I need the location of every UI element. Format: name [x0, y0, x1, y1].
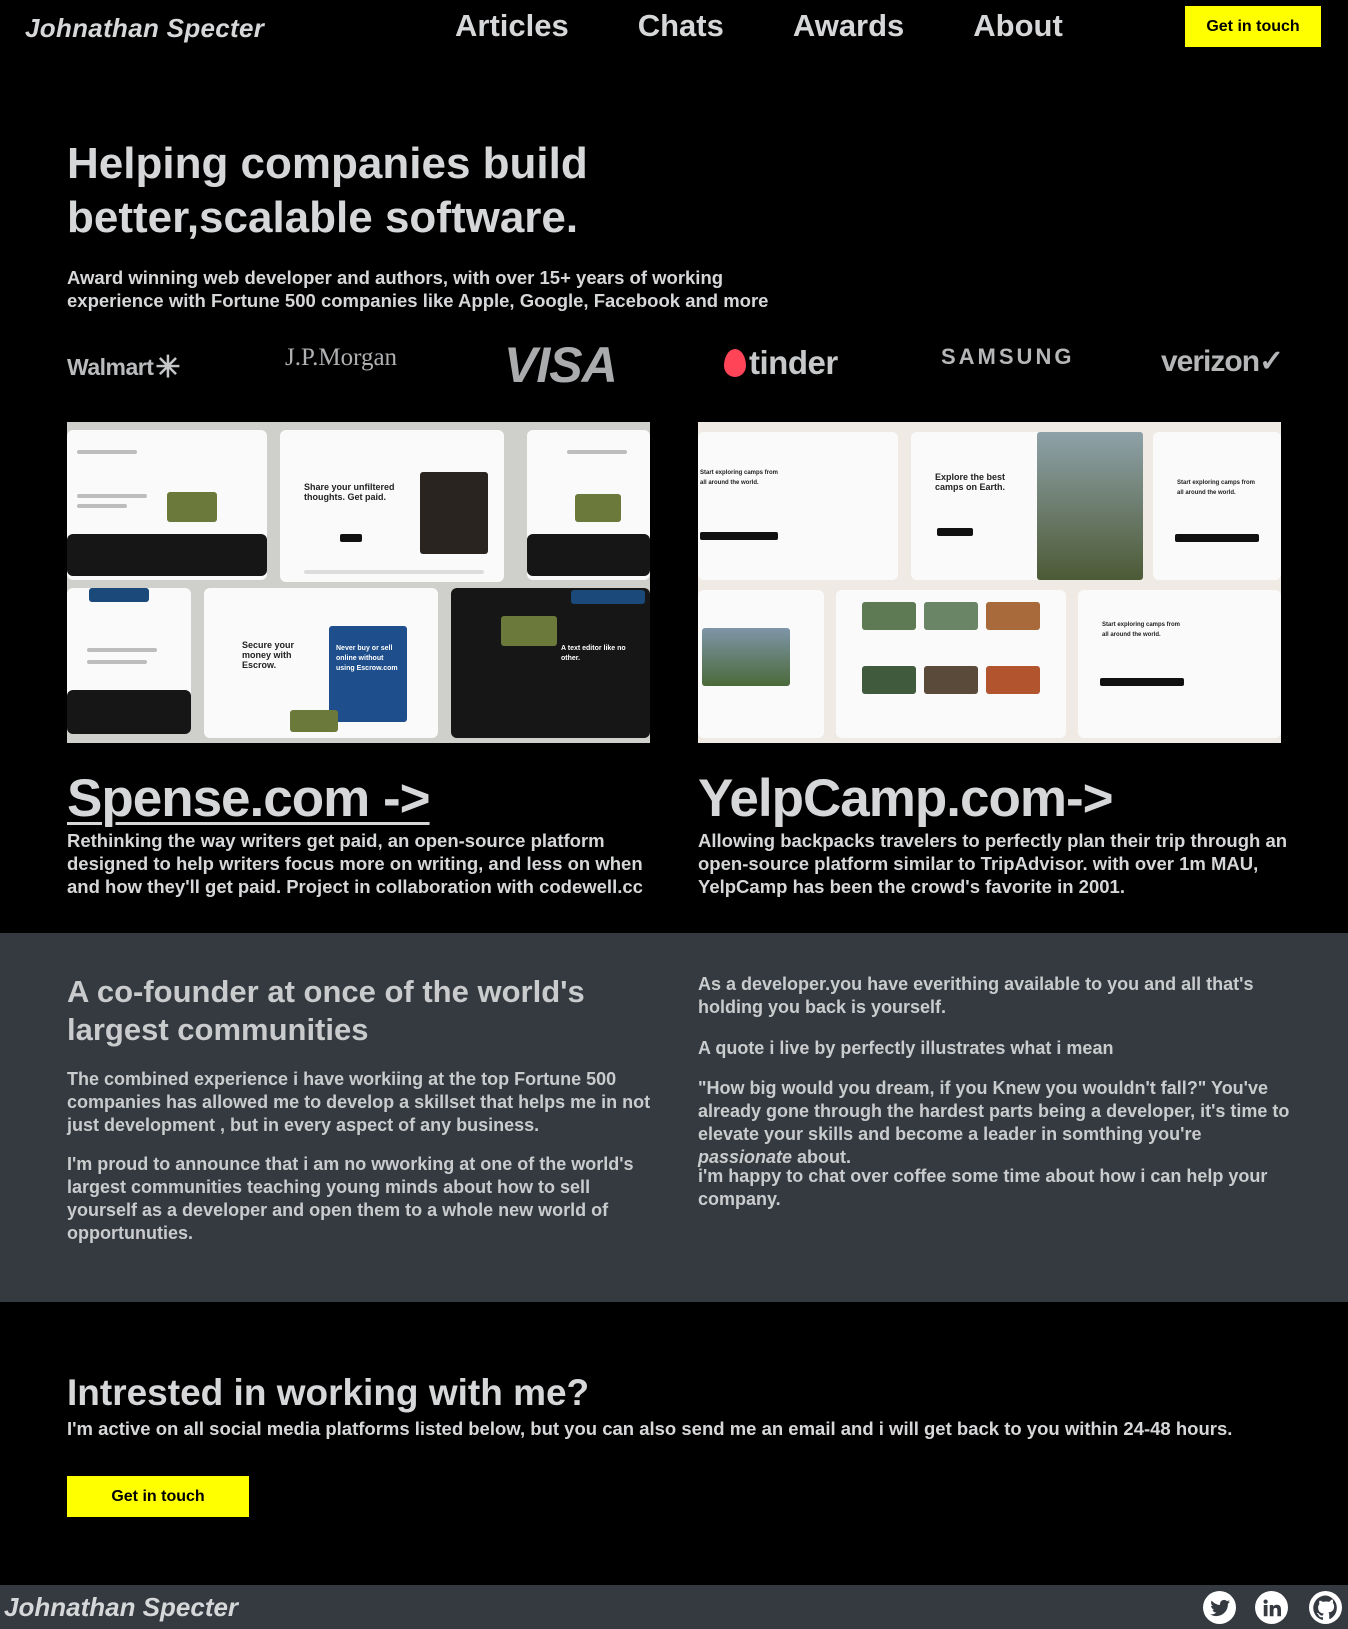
brand-logo[interactable]: Johnathan Specter — [25, 13, 264, 44]
about-title: A co-founder at once of the world's larg… — [67, 974, 585, 1047]
contact-subtitle: I'm active on all social media platforms… — [67, 1418, 1233, 1439]
tinder-logo: tinder — [724, 344, 838, 382]
footer-brand[interactable]: Johnathan Specter — [4, 1592, 238, 1623]
mock-page: Secure your money with Escrow. Never buy… — [204, 588, 438, 738]
hero-title: Helping companies build better,scalable … — [67, 139, 588, 242]
mock-page: Share your unfiltered thoughts. Get paid… — [280, 430, 504, 582]
about-section: A co-founder at once of the world's larg… — [0, 933, 1348, 1302]
mock-footer — [67, 534, 267, 576]
mock-page: Start exploring camps from all around th… — [1078, 590, 1281, 738]
jpmorgan-logo: J.P.Morgan — [285, 344, 398, 371]
spense-project-screenshot[interactable]: Share your unfiltered thoughts. Get paid… — [67, 422, 650, 743]
yelpcamp-project-screenshot[interactable]: Start exploring camps from all around th… — [698, 422, 1281, 743]
about-paragraph: The combined experience i have workiing … — [67, 1069, 651, 1135]
footer: Johnathan Specter — [0, 1585, 1348, 1629]
get-in-touch-button[interactable]: Get in touch — [1185, 6, 1321, 47]
mock-footer — [527, 534, 650, 576]
mock-page: A text editor like no other. — [451, 588, 650, 738]
walmart-logo: Walmart✳ — [67, 351, 181, 384]
client-logos: Walmart✳ J.P.Morgan VISA tinder SAMSUNG … — [67, 337, 1284, 393]
spark-icon: ✳ — [155, 351, 181, 384]
top-navbar: Johnathan Specter Articles Chats Awards … — [0, 0, 1348, 54]
mock-page — [698, 590, 824, 738]
contact-get-in-touch-button[interactable]: Get in touch — [67, 1476, 249, 1517]
mock-page — [836, 590, 1066, 738]
nav-chats[interactable]: Chats — [638, 8, 724, 44]
mock-page: Explore the best camps on Earth. — [911, 432, 1143, 580]
twitter-icon[interactable] — [1203, 1591, 1236, 1624]
github-icon[interactable] — [1309, 1591, 1342, 1624]
mock-footer — [67, 690, 191, 734]
spense-project-link[interactable]: Spense.com -> — [67, 768, 431, 829]
nav-about[interactable]: About — [973, 8, 1063, 44]
yelpcamp-project-link[interactable]: YelpCamp.com-> — [698, 768, 1114, 829]
about-paragraph: As a developer.you have everithing avail… — [698, 974, 1254, 1017]
nav-awards[interactable]: Awards — [793, 8, 904, 44]
verizon-logo: verizon✓ — [1161, 345, 1284, 378]
spense-project-description: Rethinking the way writers get paid, an … — [67, 830, 643, 897]
contact-title: Intrested in working with me? — [67, 1372, 590, 1413]
samsung-logo: SAMSUNG — [941, 344, 1075, 369]
yelpcamp-project-description: Allowing backpacks travelers to perfectl… — [698, 830, 1288, 897]
flame-icon — [724, 349, 746, 377]
mock-page: Start exploring camps from all around th… — [1153, 432, 1281, 580]
hero-subtitle: Award winning web developer and authors,… — [67, 267, 769, 311]
about-paragraph: A quote i live by perfectly illustrates … — [698, 1038, 1114, 1058]
linkedin-icon[interactable] — [1255, 1591, 1288, 1624]
mock-page: Start exploring camps from all around th… — [698, 432, 898, 580]
about-paragraph: i'm happy to chat over coffee some time … — [698, 1166, 1268, 1209]
about-paragraph: I'm proud to announce that i am no wwork… — [67, 1154, 634, 1243]
main-nav: Articles Chats Awards About — [455, 8, 1063, 44]
nav-articles[interactable]: Articles — [455, 8, 569, 44]
visa-logo: VISA — [504, 337, 618, 393]
quote-paragraph: "How big would you dream, if you Knew yo… — [698, 1078, 1290, 1167]
